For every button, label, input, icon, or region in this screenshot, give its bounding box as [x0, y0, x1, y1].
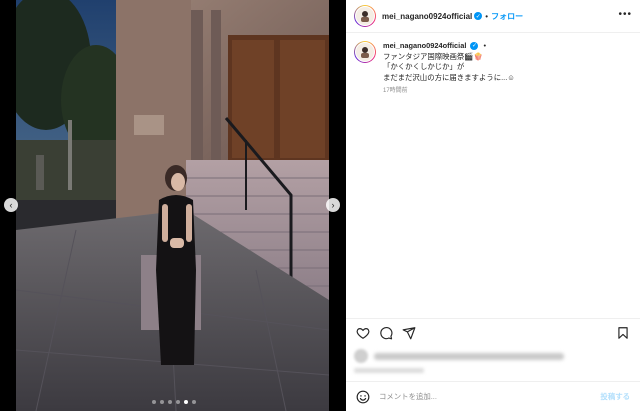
caption-dot: •: [483, 41, 487, 50]
caption-username[interactable]: mei_nagano0924official: [383, 41, 466, 50]
caption-line: 「かくかくしかじか」が: [383, 62, 465, 72]
carousel-dot: [152, 400, 156, 404]
carousel-next-button[interactable]: ›: [326, 198, 340, 212]
caption-body: mei_nagano0924official ✓ • ファンタジア国際映画祭🎬🍿…: [383, 41, 515, 97]
verified-badge-icon: ✓: [474, 12, 483, 20]
likes-row-blurred: [354, 349, 564, 363]
carousel-dot: [192, 400, 196, 404]
verified-badge-icon: ✓: [470, 42, 479, 51]
post-comment-button[interactable]: 投稿する: [600, 391, 630, 402]
bookmark-icon[interactable]: [616, 326, 630, 340]
blurred-avatar: [354, 349, 368, 363]
blurred-likes-text: [374, 352, 564, 360]
post-media: ‹ ›: [0, 0, 346, 411]
actions-divider: [346, 318, 640, 319]
emoji-icon[interactable]: [356, 390, 370, 404]
header-username[interactable]: mei_nagano0924official: [382, 12, 472, 21]
carousel-dot: [176, 400, 180, 404]
follow-button[interactable]: フォロー: [491, 11, 523, 22]
comment-bar: 投稿する: [346, 381, 640, 411]
share-icon[interactable]: [402, 326, 416, 340]
post-caption: mei_nagano0924official ✓ • ファンタジア国際映画祭🎬🍿…: [354, 41, 634, 97]
instagram-post: ‹ › mei_nagano0924official ✓ • フォロー •••: [0, 0, 640, 411]
avatar[interactable]: [354, 5, 376, 27]
carousel-dot: [168, 400, 172, 404]
post-photo: [16, 0, 329, 411]
header-separator: •: [485, 11, 489, 21]
caption-line: ファンタジア国際映画祭🎬🍿: [383, 51, 483, 61]
post-header: mei_nagano0924official ✓ • フォロー •••: [346, 0, 640, 33]
carousel-prev-button[interactable]: ‹: [4, 198, 18, 212]
comment-icon[interactable]: [379, 326, 393, 340]
carousel-dot: [160, 400, 164, 404]
caption-line: まだまだ沢山の方に届きますように...☺: [383, 72, 515, 82]
caption-avatar[interactable]: [354, 41, 376, 63]
post-side-panel: mei_nagano0924official ✓ • フォロー ••• mei_…: [346, 0, 640, 411]
heart-icon[interactable]: [356, 326, 370, 340]
carousel-dot-active: [184, 400, 188, 404]
avatar-image: [355, 42, 375, 62]
action-buttons: [356, 326, 416, 340]
photo-image: [16, 0, 329, 411]
post-timestamp[interactable]: 17時間前: [383, 86, 515, 97]
carousel-dots: [152, 400, 196, 404]
blurred-date: [354, 368, 424, 373]
avatar-image: [355, 6, 375, 26]
more-options-icon[interactable]: •••: [618, 9, 632, 20]
comment-input[interactable]: [379, 392, 601, 401]
